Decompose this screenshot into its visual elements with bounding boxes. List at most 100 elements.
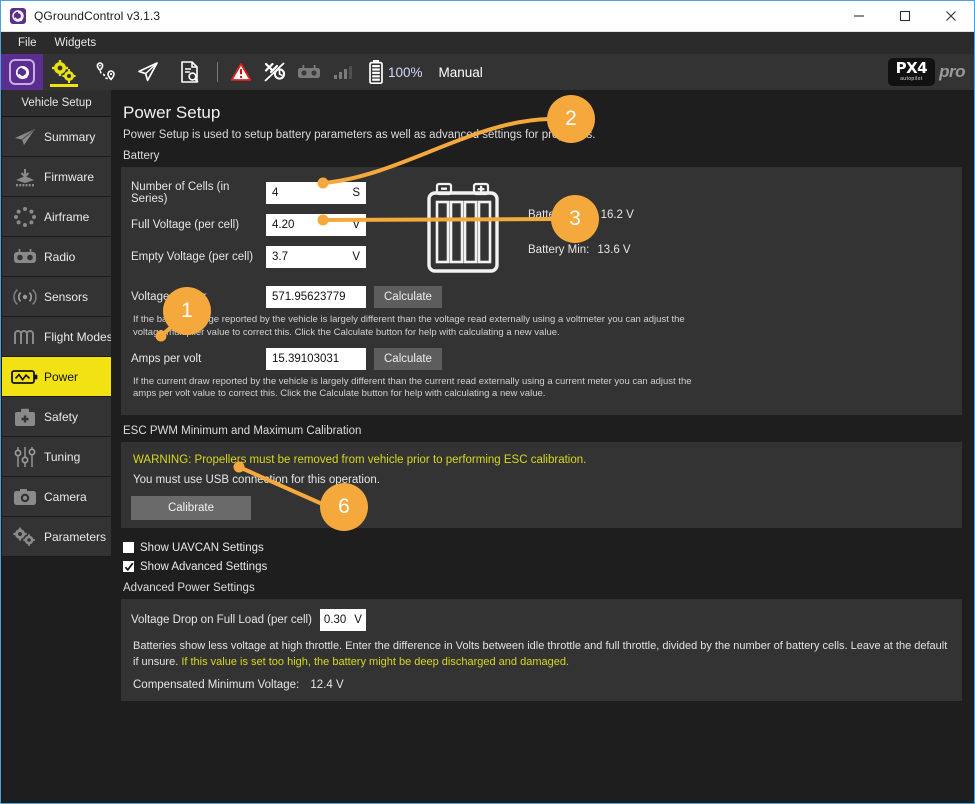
number-of-cells-field[interactable]: 4 S: [266, 182, 366, 204]
battery-panel: Number of Cells (in Series) 4 S Full Vol…: [121, 167, 962, 416]
amps-per-volt-calculate-button[interactable]: Calculate: [374, 347, 442, 370]
toolbar-divider: [217, 62, 218, 82]
toolbar-button-plan[interactable]: [85, 54, 127, 90]
close-icon[interactable]: [928, 1, 974, 32]
safety-kit-icon: [10, 404, 40, 430]
toolbar-button-vehicle-setup[interactable]: [43, 54, 85, 90]
pro-wordmark: pro: [939, 62, 965, 81]
sidebar-item-label: Sensors: [44, 289, 89, 304]
battery-min-label: Battery Min:: [528, 244, 590, 256]
sidebar-item-summary[interactable]: Summary: [2, 117, 111, 157]
callout-badge-1: 1: [163, 287, 211, 335]
voltage-drop-field[interactable]: 0.30 V: [319, 609, 366, 632]
main-toolbar: 100% Manual PX4 autopilot pro: [1, 54, 974, 90]
battery-section-label: Battery: [123, 150, 160, 162]
sidebar-item-label: Parameters: [44, 529, 107, 544]
advanced-body-text: Batteries show less voltage at high thro…: [133, 639, 950, 671]
show-uavcan-settings-checkbox[interactable]: [123, 542, 134, 554]
minimize-icon[interactable]: [836, 1, 882, 32]
field-unit: V: [352, 251, 360, 263]
esc-section-label: ESC PWM Minimum and Maximum Calibration: [123, 425, 362, 438]
firmware-download-icon: [10, 164, 40, 190]
warning-triangle-icon: [230, 63, 252, 81]
qgc-home-icon: [9, 59, 35, 85]
advanced-power-panel: Voltage Drop on Full Load (per cell) 0.3…: [121, 599, 962, 702]
battery-min-row: Battery Min: 13.6 V: [528, 244, 634, 279]
sidebar-item-airframe[interactable]: Airframe: [2, 197, 111, 237]
telemetry-signal-indicator[interactable]: [326, 64, 360, 80]
title-bar: QGroundControl v3.1.3: [1, 1, 974, 32]
airframe-icon: [10, 204, 40, 230]
page-title: Power Setup: [123, 103, 221, 122]
tuning-sliders-icon: [10, 444, 40, 470]
window-controls: [836, 1, 974, 32]
voltage-divider-field[interactable]: 571.95623779: [266, 286, 366, 308]
amps-per-volt-field[interactable]: 15.39103031: [266, 347, 366, 370]
fly-paper-plane-icon: [138, 62, 158, 82]
sidebar-item-power[interactable]: Power: [2, 357, 111, 397]
menu-item-widgets[interactable]: Widgets: [46, 35, 106, 51]
sidebar-item-radio[interactable]: Radio: [2, 237, 111, 277]
field-label: Number of Cells (in Series): [131, 181, 230, 205]
checkbox-label: Show UAVCAN Settings: [140, 541, 264, 554]
empty-voltage-field[interactable]: 3.7 V: [266, 246, 366, 268]
battery-percent: 100%: [388, 64, 423, 80]
voltage-divider-calculate-button[interactable]: Calculate: [374, 286, 442, 308]
toolbar-button-analyze[interactable]: [169, 54, 211, 90]
power-setup-content: Power Setup Power Setup is used to setup…: [111, 90, 974, 803]
parameters-gears-icon: [10, 524, 40, 550]
px4-badge: PX4 autopilot: [887, 58, 936, 86]
checkmark-icon: [124, 562, 133, 571]
rc-status-button[interactable]: [292, 64, 326, 80]
vehicle-setup-sidebar: Vehicle Setup Summary Firmware Airframe …: [2, 90, 113, 803]
field-value: 0.30: [323, 614, 347, 627]
menu-item-file[interactable]: File: [9, 35, 46, 51]
voltage-drop-label: Voltage Drop on Full Load (per cell): [131, 614, 312, 627]
field-row-empty-voltage: Empty Voltage (per cell) 3.7 V: [131, 241, 406, 273]
checkbox-row-uavcan[interactable]: Show UAVCAN Settings: [123, 538, 962, 557]
field-unit: V: [354, 614, 362, 627]
sidebar-item-label: Power: [44, 369, 79, 384]
flight-mode-label[interactable]: Manual: [439, 65, 483, 80]
compensated-label: Compensated Minimum Voltage:: [133, 679, 300, 692]
compensated-value: 12.4 V: [310, 679, 344, 692]
advanced-section-label: Advanced Power Settings: [123, 582, 255, 595]
sidebar-item-tuning[interactable]: Tuning: [2, 437, 111, 477]
sidebar-item-flight-modes[interactable]: Flight Modes: [2, 317, 113, 357]
field-label: Full Voltage (per cell): [131, 219, 240, 231]
summary-plane-icon: [10, 124, 40, 150]
full-voltage-field[interactable]: 4.20 V: [266, 214, 366, 236]
flight-modes-icon: [10, 324, 40, 350]
battery-max-value: 16.2 V: [600, 209, 634, 221]
window-title: QGroundControl v3.1.3: [34, 9, 161, 23]
sidebar-item-parameters[interactable]: Parameters: [2, 517, 111, 557]
sidebar-item-sensors[interactable]: Sensors: [2, 277, 111, 317]
radio-controller-icon: [10, 244, 40, 270]
qgc-home-button[interactable]: [1, 54, 43, 90]
sensors-waves-icon: [10, 284, 40, 310]
gps-status-button[interactable]: [258, 61, 292, 83]
field-value: 15.39103031: [272, 352, 340, 365]
sidebar-item-safety[interactable]: Safety: [2, 397, 111, 437]
sidebar-item-label: Radio: [44, 249, 76, 264]
battery-cells-icon: [422, 181, 512, 280]
plan-route-icon: [96, 62, 115, 81]
battery-indicator[interactable]: 100%: [368, 60, 423, 84]
callout-badge-3: 3: [551, 195, 599, 243]
voltage-drop-row: Voltage Drop on Full Load (per cell) 0.3…: [131, 609, 950, 632]
calibrate-button[interactable]: Calibrate: [131, 496, 251, 521]
sidebar-header: Vehicle Setup: [2, 90, 111, 117]
px4-subtitle: autopilot: [900, 76, 923, 82]
maximize-icon[interactable]: [882, 1, 928, 32]
vehicle-messages-button[interactable]: [224, 62, 258, 82]
sidebar-item-firmware[interactable]: Firmware: [2, 157, 111, 197]
toolbar-button-fly[interactable]: [127, 54, 169, 90]
field-row-full-voltage: Full Voltage (per cell) 4.20 V: [131, 209, 406, 241]
checkbox-row-advanced[interactable]: Show Advanced Settings: [123, 557, 962, 576]
field-value: 571.95623779: [272, 291, 346, 303]
sidebar-item-label: Camera: [44, 489, 87, 504]
voltage-divider-help: If the battery voltage reported by the v…: [133, 314, 685, 338]
callout-badge-2: 2: [547, 95, 595, 143]
show-advanced-settings-checkbox[interactable]: [123, 561, 134, 573]
sidebar-item-camera[interactable]: Camera: [2, 477, 111, 517]
